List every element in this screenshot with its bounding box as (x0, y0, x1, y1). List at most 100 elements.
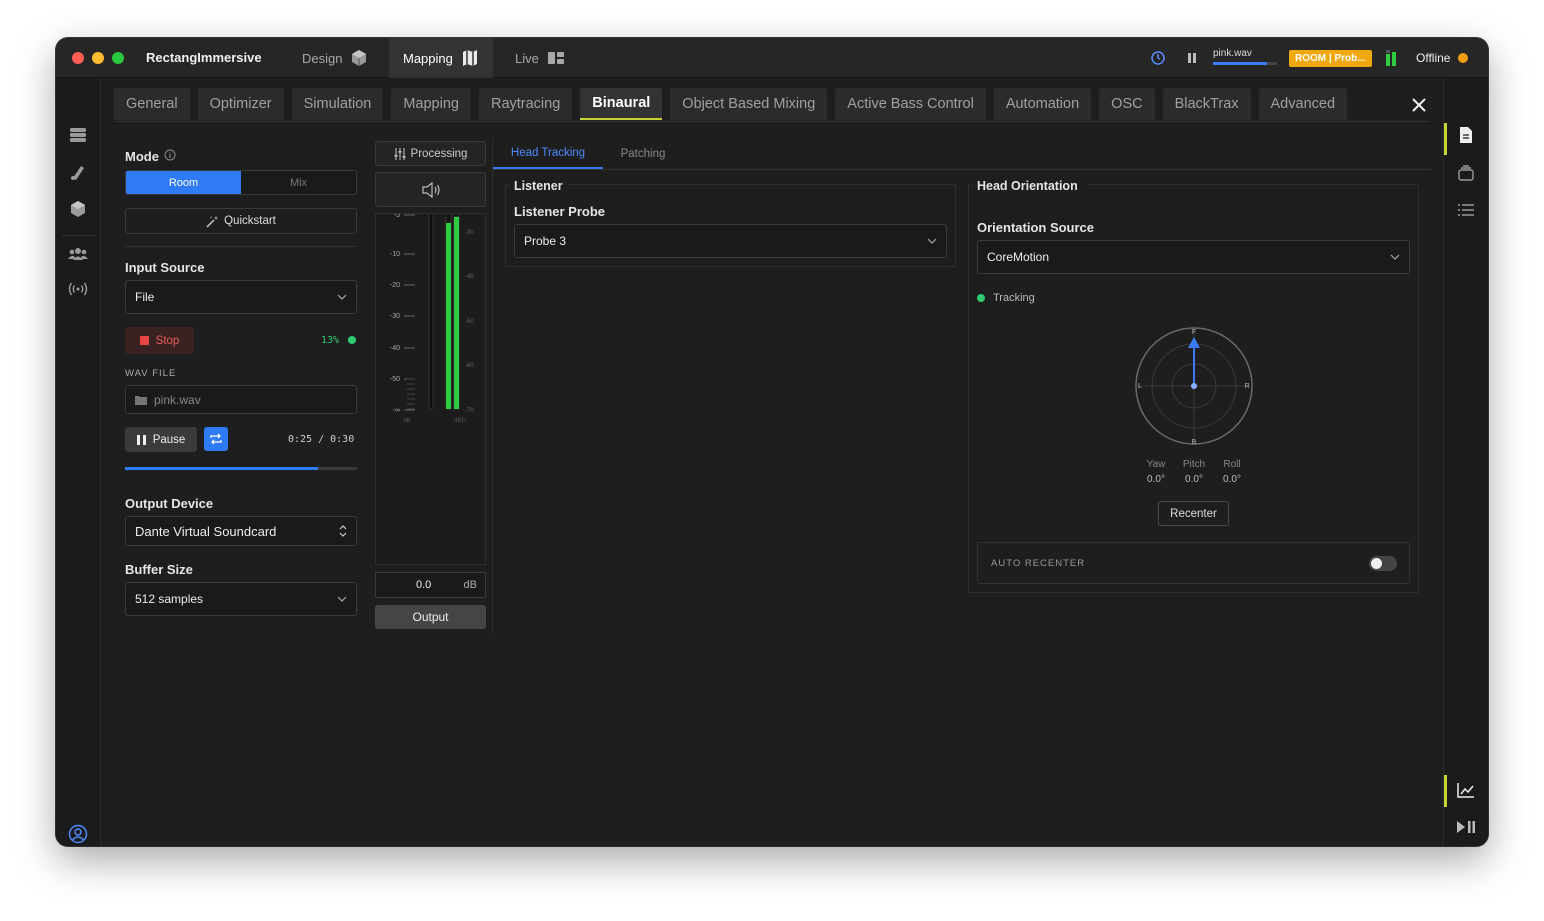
cube-icon (352, 50, 367, 66)
close-window-button[interactable] (72, 52, 84, 64)
minimize-window-button[interactable] (92, 52, 104, 64)
listener-probe-select[interactable]: Probe 3 (514, 224, 947, 258)
pause-button[interactable]: Pause (125, 427, 197, 452)
recenter-button[interactable]: Recenter (1158, 501, 1229, 526)
pause-label: Pause (152, 433, 186, 446)
tab-settings-osc[interactable]: OSC (1099, 88, 1155, 120)
quickstart-button[interactable]: Quickstart (125, 208, 357, 234)
orientation-source-select[interactable]: CoreMotion (977, 240, 1410, 274)
tab-settings-automation[interactable]: Automation (993, 88, 1092, 120)
close-settings-button[interactable] (1410, 96, 1428, 114)
meter-right-fill (454, 216, 459, 409)
sidebar-item-users[interactable] (67, 243, 89, 265)
dbfs-tick-label: -30 (465, 230, 474, 236)
sidebar-item-objects[interactable] (67, 198, 89, 220)
subtab-underline (493, 169, 1431, 170)
db-tick-label: -5 (394, 214, 400, 219)
pitch-label: Pitch (1182, 459, 1206, 470)
list-icon (1458, 204, 1474, 216)
pause-icon (136, 434, 146, 445)
tab-mapping[interactable]: Mapping (389, 38, 493, 78)
loop-icon (210, 433, 222, 445)
wav-file-field[interactable]: pink.wav (125, 385, 357, 414)
layers-button[interactable] (1455, 162, 1477, 184)
dbfs-tick-label: -40 (465, 274, 474, 280)
user-circle-icon (68, 824, 88, 844)
level-meter-icon (1386, 50, 1396, 66)
output-label: Output (412, 610, 449, 624)
tab-live[interactable]: Live (501, 38, 579, 78)
gain-value: 0.0 (416, 579, 432, 591)
meter-left-fill (446, 223, 451, 409)
room-badge[interactable]: ROOM | Prob... (1289, 49, 1372, 67)
meter-panel: +10+50-5-10-20-30-40-50-∞0-10-20-30-40-5… (375, 213, 486, 565)
output-device-select[interactable]: Dante Virtual Soundcard (125, 516, 357, 546)
info-icon[interactable] (164, 149, 176, 161)
sidebar-item-broadcast[interactable] (67, 278, 89, 300)
tab-settings-simulation[interactable]: Simulation (291, 88, 384, 120)
graph-active-indicator (1444, 775, 1447, 807)
sidebar-item-account[interactable] (67, 823, 89, 845)
pause-icon[interactable] (1186, 52, 1198, 64)
tab-settings-blacktrax[interactable]: BlackTrax (1162, 88, 1251, 120)
document-button[interactable] (1455, 124, 1477, 146)
transport-file[interactable]: pink.wav (1213, 48, 1277, 65)
speaker-button[interactable] (375, 172, 486, 207)
sidebar-item-storage[interactable] (67, 124, 89, 146)
right-sidebar (1443, 78, 1488, 846)
recenter-label: Recenter (1170, 507, 1217, 520)
tab-patching[interactable]: Patching (603, 138, 683, 169)
chevron-down-icon (337, 294, 347, 300)
head-panel-line-left (968, 184, 972, 185)
pitch-readout: Pitch 0.0° (1175, 459, 1213, 485)
magic-wand-icon (206, 215, 219, 228)
orientation-source-label: Orientation Source (977, 220, 1095, 235)
list-button[interactable] (1455, 199, 1477, 221)
zoom-window-button[interactable] (112, 52, 124, 64)
buffer-size-select[interactable]: 512 samples (125, 582, 357, 616)
tab-head-tracking[interactable]: Head Tracking (493, 138, 603, 169)
mode-mix-button[interactable]: Mix (241, 171, 356, 194)
sidebar-item-probe[interactable] (67, 161, 89, 183)
quickstart-label: Quickstart (224, 215, 276, 227)
output-button[interactable]: Output (375, 605, 486, 629)
processing-button[interactable]: Processing (375, 141, 486, 166)
mode-room-button[interactable]: Room (126, 171, 241, 194)
pitch-value: 0.0° (1185, 474, 1203, 485)
toggle-knob (1371, 558, 1382, 569)
processing-label: Processing (410, 147, 468, 160)
stop-icon (139, 336, 149, 345)
document-icon (1460, 127, 1472, 143)
db-unit-label: dB (403, 418, 410, 424)
tab-settings-general[interactable]: General (114, 88, 190, 120)
gain-field[interactable]: 0.0 dB (375, 572, 486, 598)
auto-recenter-toggle[interactable] (1369, 556, 1397, 571)
play-pause-button[interactable] (1455, 816, 1477, 838)
tab-settings-advanced[interactable]: Advanced (1258, 88, 1348, 120)
clock-icon[interactable] (1150, 50, 1166, 66)
chart-line-icon (1457, 783, 1474, 798)
yaw-value: 0.0° (1147, 474, 1165, 485)
stop-label: Stop (155, 334, 180, 347)
tab-settings-active-bass-control[interactable]: Active Bass Control (835, 88, 986, 120)
wav-file-label: WAV FILE (125, 368, 177, 379)
input-source-select[interactable]: File (125, 280, 357, 314)
playback-progress[interactable] (125, 467, 357, 470)
db-tick-label: -40 (390, 345, 400, 352)
transport-file-name: pink.wav (1213, 48, 1252, 59)
tab-design[interactable]: Design (288, 38, 382, 78)
tab-settings-binaural[interactable]: Binaural (580, 88, 663, 120)
listener-panel-line-right (568, 184, 956, 185)
tab-settings-mapping[interactable]: Mapping (391, 88, 471, 120)
tab-settings-raytracing[interactable]: Raytracing (478, 88, 573, 120)
compass-right-label: R (1244, 383, 1249, 390)
stop-button[interactable]: Stop (125, 327, 194, 354)
input-source-value: File (135, 290, 155, 304)
play-pause-icon (1457, 821, 1475, 833)
document-active-indicator (1444, 123, 1447, 155)
tab-settings-optimizer[interactable]: Optimizer (197, 88, 284, 120)
graph-button[interactable] (1455, 779, 1477, 801)
broadcast-icon (68, 282, 88, 296)
loop-toggle[interactable] (204, 427, 228, 451)
tab-settings-object-based-mixing[interactable]: Object Based Mixing (670, 88, 828, 120)
